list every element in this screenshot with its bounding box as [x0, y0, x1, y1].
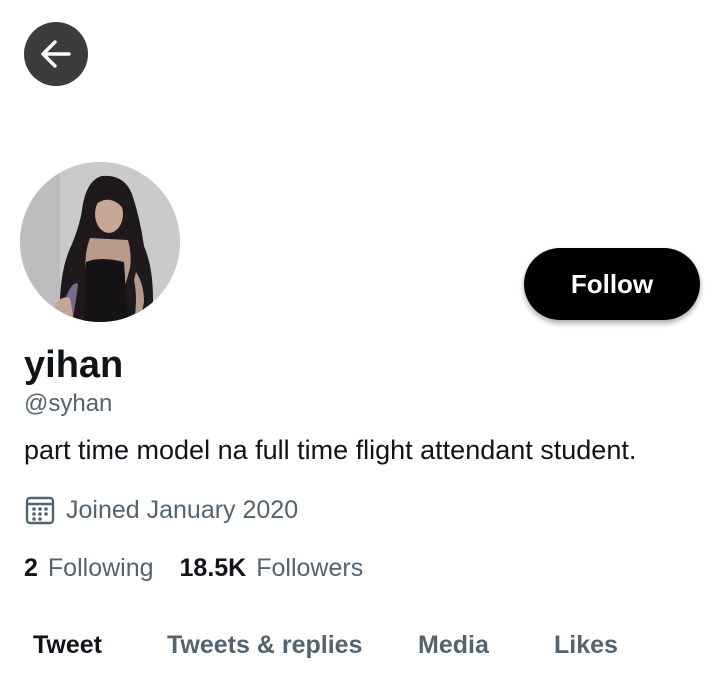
arrow-left-icon [39, 37, 73, 71]
tab-likes[interactable]: Likes [554, 622, 618, 668]
following-stat[interactable]: 2 Following [24, 554, 154, 583]
follow-button[interactable]: Follow [524, 248, 700, 320]
followers-label: Followers [256, 553, 364, 582]
join-date: Joined January 2020 [24, 492, 298, 528]
profile-bio: part time model na full time flight atte… [24, 435, 637, 465]
join-date-text: Joined January 2020 [66, 495, 299, 524]
follow-stats: 2 Following 18.5K Followers [24, 551, 363, 585]
followers-stat[interactable]: 18.5K Followers [180, 554, 364, 583]
user-handle: @syhan [24, 390, 113, 417]
following-count: 2 [24, 553, 38, 582]
followers-count: 18.5K [179, 553, 247, 582]
profile-tabs: Tweet Tweets & replies Media Likes [0, 622, 720, 668]
back-button[interactable] [24, 22, 88, 86]
following-label: Following [47, 553, 154, 582]
avatar[interactable] [20, 162, 180, 322]
display-name: yihan [24, 344, 124, 386]
calendar-icon [24, 494, 56, 526]
tab-tweets-replies[interactable]: Tweets & replies [167, 622, 362, 668]
tab-media[interactable]: Media [418, 622, 489, 668]
tab-tweet[interactable]: Tweet [33, 622, 102, 668]
